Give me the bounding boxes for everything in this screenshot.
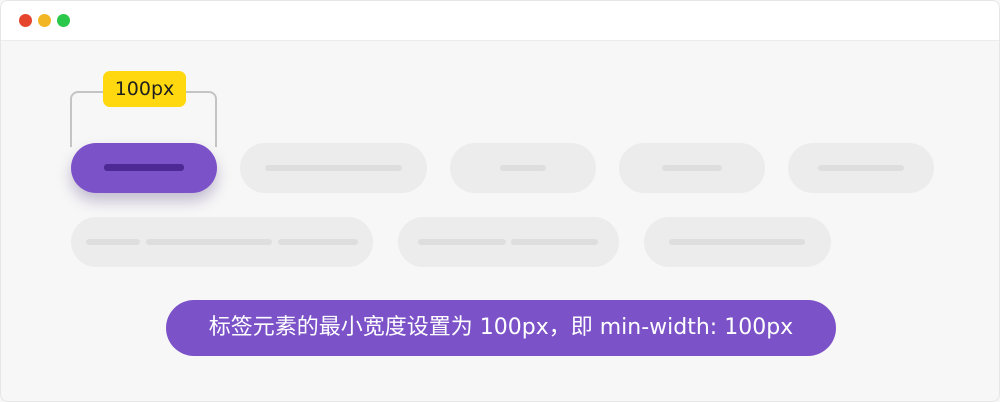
- tag-text-placeholder: [669, 239, 805, 245]
- tag-text-placeholder: [86, 239, 140, 245]
- tag-text-placeholder: [662, 165, 722, 171]
- tag-text-placeholder: [146, 239, 272, 245]
- tag-text-placeholder: [265, 165, 402, 171]
- tag-text-placeholder: [500, 165, 546, 171]
- width-label: 100px: [103, 71, 186, 107]
- tag-placeholder: [240, 143, 427, 193]
- tag-placeholder: [71, 217, 373, 267]
- browser-window: 100px 标签元素的最小宽度设置为 100px，即 min-width: 10…: [0, 0, 1000, 402]
- window-titlebar: [1, 1, 999, 41]
- tag-placeholder: [450, 143, 596, 193]
- tag-text-placeholder: [511, 239, 598, 245]
- tag-placeholder: [398, 217, 619, 267]
- tag-active[interactable]: [71, 143, 217, 193]
- tag-text-placeholder: [104, 164, 184, 171]
- tag-placeholder: [788, 143, 934, 193]
- explanation-caption: 标签元素的最小宽度设置为 100px，即 min-width: 100px: [166, 300, 836, 356]
- tag-placeholder: [619, 143, 765, 193]
- maximize-window-button[interactable]: [57, 14, 70, 27]
- minimize-window-button[interactable]: [38, 14, 51, 27]
- tag-text-placeholder: [278, 239, 358, 245]
- demo-area: 100px 标签元素的最小宽度设置为 100px，即 min-width: 10…: [1, 42, 999, 401]
- tag-text-placeholder: [418, 239, 506, 245]
- close-window-button[interactable]: [19, 14, 32, 27]
- tag-placeholder: [644, 217, 831, 267]
- tag-text-placeholder: [818, 165, 904, 171]
